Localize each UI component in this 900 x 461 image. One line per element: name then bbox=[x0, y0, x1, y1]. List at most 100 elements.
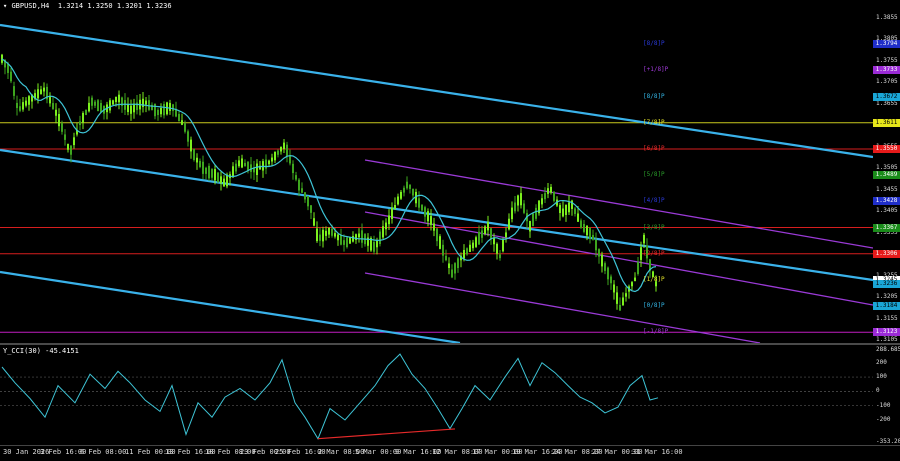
murrey-label: [2/8]P bbox=[643, 249, 665, 257]
candlestick bbox=[220, 170, 222, 191]
cci-tick-label: 100 bbox=[876, 373, 887, 381]
candlestick bbox=[310, 205, 312, 219]
price-level-tag: 1.3428 bbox=[873, 197, 900, 206]
candlestick bbox=[307, 195, 309, 211]
candlestick bbox=[514, 196, 516, 214]
candlestick bbox=[373, 235, 375, 255]
candlestick bbox=[625, 287, 627, 302]
candlestick bbox=[613, 280, 615, 300]
candlestick bbox=[628, 284, 630, 299]
price-level-tag: 1.3794 bbox=[873, 40, 900, 49]
candlestick bbox=[421, 204, 423, 212]
candlestick bbox=[10, 67, 12, 84]
murrey-label: [0/8]P bbox=[643, 302, 665, 310]
candlestick bbox=[118, 90, 120, 110]
candlestick bbox=[388, 209, 390, 230]
candlestick bbox=[340, 228, 342, 246]
price-tick-label: 1.3155 bbox=[876, 314, 898, 322]
price-level-tag: 1.3550 bbox=[873, 144, 900, 153]
candlestick bbox=[262, 158, 264, 178]
candlestick bbox=[160, 103, 162, 118]
candlestick bbox=[223, 175, 225, 187]
price-chart-pane[interactable]: ▾ GBPUSD,H4 1.3214 1.3250 1.3201 1.3236 … bbox=[0, 0, 873, 343]
candlestick bbox=[82, 111, 84, 130]
price-axis[interactable]: 1.38551.38051.37551.37051.36551.36051.35… bbox=[873, 0, 900, 343]
candlestick bbox=[574, 206, 576, 217]
trend-channel-line bbox=[0, 23, 873, 159]
candlestick bbox=[289, 149, 291, 166]
candlestick bbox=[499, 249, 501, 261]
candlestick bbox=[208, 163, 210, 181]
candlestick bbox=[379, 229, 381, 247]
candlestick bbox=[244, 159, 246, 167]
candlestick bbox=[403, 185, 405, 197]
candlestick bbox=[235, 159, 237, 174]
moving-average-line bbox=[1, 58, 657, 293]
candlestick bbox=[217, 172, 219, 183]
price-tick-label: 1.3205 bbox=[876, 293, 898, 301]
candlestick bbox=[133, 98, 135, 119]
candlestick bbox=[313, 212, 315, 227]
cci-axis[interactable]: 288.6855 200 100 0 -100 -200 -353.207 bbox=[873, 345, 900, 445]
trend-channel-line bbox=[0, 148, 873, 282]
candlestick bbox=[193, 148, 195, 162]
ohlc-values: 1.3214 1.3250 1.3201 1.3236 bbox=[57, 2, 172, 10]
candlestick bbox=[634, 272, 636, 282]
candlestick bbox=[40, 85, 42, 95]
candlestick bbox=[436, 227, 438, 247]
candlestick bbox=[607, 266, 609, 286]
candlestick bbox=[283, 139, 285, 153]
regression-channel-line bbox=[364, 159, 873, 249]
candlestick bbox=[109, 98, 111, 114]
candlestick bbox=[346, 237, 348, 249]
candlestick bbox=[631, 280, 633, 291]
murrey-label: [6/8]P bbox=[643, 144, 665, 152]
candlestick bbox=[16, 95, 18, 116]
candlestick bbox=[610, 274, 612, 290]
cci-tick-label: -353.207 bbox=[876, 438, 900, 445]
murrey-label: [8/8]P bbox=[643, 40, 665, 48]
cci-tick-label: -100 bbox=[876, 401, 891, 409]
price-level-tag: 1.3367 bbox=[873, 223, 900, 232]
candlestick bbox=[325, 226, 327, 241]
candlestick bbox=[553, 191, 555, 203]
candlestick bbox=[196, 153, 198, 170]
cci-indicator-pane[interactable]: Y_CCI(30) -45.4151 bbox=[0, 345, 873, 445]
candlestick bbox=[148, 94, 150, 112]
candlestick bbox=[106, 101, 108, 120]
regression-channel-line bbox=[364, 211, 873, 306]
candlestick bbox=[391, 202, 393, 224]
candlestick bbox=[382, 220, 384, 240]
candlestick bbox=[328, 227, 330, 239]
candlestick bbox=[280, 146, 282, 155]
time-axis[interactable]: 30 Jan 2026 3 Feb 16:00 6 Feb 08:00 11 Feb … bbox=[0, 445, 900, 461]
candlestick bbox=[58, 108, 60, 132]
price-chart-canvas[interactable] bbox=[0, 0, 873, 343]
candlestick bbox=[169, 99, 171, 115]
candlestick bbox=[592, 229, 594, 241]
candlestick bbox=[451, 264, 453, 279]
candlestick bbox=[358, 228, 360, 243]
chart-symbol-title: ▾ GBPUSD,H4 1.3214 1.3250 1.3201 1.3236 bbox=[3, 2, 172, 10]
candlestick bbox=[448, 257, 450, 275]
candlestick bbox=[322, 226, 324, 248]
candlestick bbox=[25, 97, 27, 108]
candlestick bbox=[616, 286, 618, 310]
price-level-tag: 1.3306 bbox=[873, 249, 900, 258]
candlestick bbox=[439, 234, 441, 250]
candlestick bbox=[103, 105, 105, 120]
candlestick bbox=[253, 160, 255, 181]
candlestick bbox=[535, 204, 537, 222]
candlestick bbox=[505, 227, 507, 243]
candlestick bbox=[286, 141, 288, 163]
candlestick bbox=[52, 97, 54, 110]
symbol-label: GBPUSD,H4 bbox=[11, 2, 50, 10]
cci-canvas[interactable] bbox=[0, 345, 873, 445]
divergence-line bbox=[317, 428, 456, 440]
cci-tick-label: 0 bbox=[876, 387, 880, 395]
candlestick bbox=[256, 159, 258, 183]
price-tick-label: 1.3855 bbox=[876, 14, 898, 21]
candlestick bbox=[202, 155, 204, 180]
candlestick bbox=[304, 192, 306, 203]
candlestick bbox=[490, 227, 492, 245]
